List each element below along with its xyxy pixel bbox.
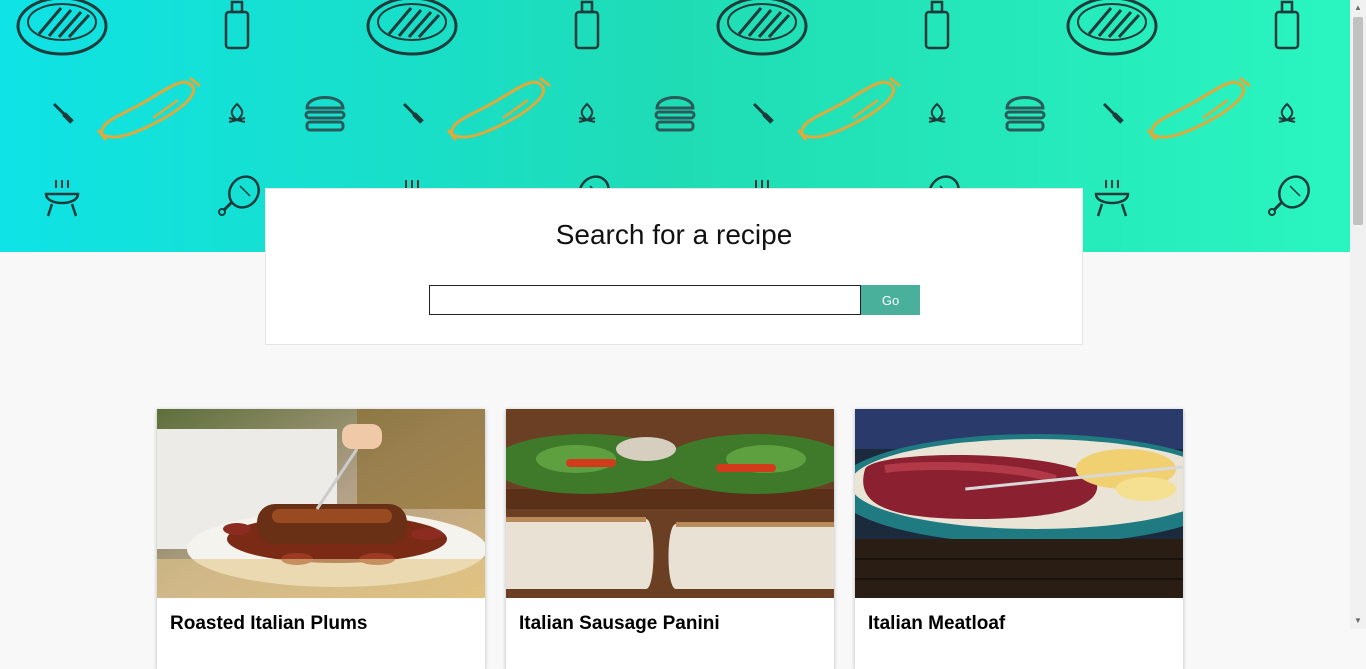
go-button[interactable]: Go	[861, 285, 920, 315]
recipe-title: Italian Sausage Panini	[519, 613, 720, 634]
recipe-image	[157, 409, 485, 598]
scroll-up-arrow-icon[interactable]: ▲	[1350, 0, 1366, 16]
recipe-image	[855, 409, 1183, 598]
vertical-scrollbar[interactable]: ▲ ▼	[1350, 0, 1366, 629]
recipe-title: Roasted Italian Plums	[170, 613, 368, 634]
recipe-card[interactable]: Roasted Italian Plums	[157, 409, 485, 669]
search-input[interactable]	[429, 285, 861, 315]
recipe-title: Italian Meatloaf	[868, 613, 1006, 634]
scroll-thumb[interactable]	[1353, 17, 1363, 225]
search-panel: Search for a recipe Go	[265, 188, 1083, 345]
recipe-card[interactable]: Italian Sausage Panini	[506, 409, 834, 669]
search-title: Search for a recipe	[555, 219, 793, 250]
scroll-down-arrow-icon[interactable]: ▼	[1350, 613, 1366, 629]
recipe-card[interactable]: Italian Meatloaf	[855, 409, 1183, 669]
recipe-image	[506, 409, 834, 598]
